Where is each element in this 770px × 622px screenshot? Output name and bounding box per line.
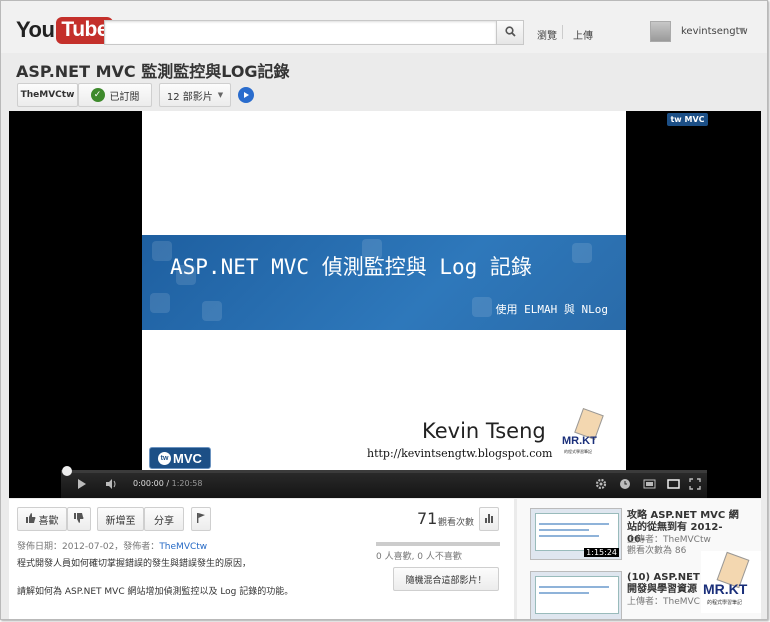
publish-info: 發佈日期：2012-07-02，發佈者：TheMVCtw bbox=[17, 539, 207, 552]
search-input[interactable] bbox=[104, 20, 497, 45]
logo-you-text: You bbox=[16, 17, 55, 42]
related-duration: 1:15:24 bbox=[584, 548, 619, 557]
videos-label: 12 部影片 bbox=[166, 91, 213, 103]
related-thumbnail[interactable]: 1:15:24 bbox=[530, 508, 622, 560]
duration: 1:20:58 bbox=[171, 479, 203, 488]
masthead: You Tube 瀏覽 上傳 kevintsengtw ▼ bbox=[1, 1, 767, 53]
share-label: 分享 bbox=[154, 515, 174, 527]
view-count: 71 bbox=[417, 509, 438, 528]
subscribed-button[interactable]: ✓ 已訂閱 bbox=[78, 83, 152, 107]
related-meta: 上傳者：TheMVCtw 觀看次數為 86 bbox=[627, 535, 711, 557]
nav-browse-link[interactable]: 瀏覽 bbox=[537, 27, 557, 42]
related-uploader: 上傳者：TheMVCtw bbox=[627, 535, 711, 545]
view-count-label: 觀看次數 bbox=[438, 518, 475, 528]
related-uploader: 上傳者：TheMVC bbox=[627, 597, 700, 607]
twmvc-watermark: tw MVC bbox=[667, 113, 708, 126]
add-to-label: 新增至 bbox=[105, 515, 136, 527]
volume-icon[interactable] bbox=[105, 478, 117, 493]
like-dislike-count: 0 人喜歡, 0 人不喜歡 bbox=[376, 552, 462, 562]
twmvc-watermark-tw: tw bbox=[670, 115, 682, 124]
play-icon[interactable] bbox=[77, 478, 87, 493]
like-button[interactable]: 喜歡 bbox=[17, 507, 67, 531]
bar-chart-icon bbox=[484, 513, 494, 526]
chevron-down-icon[interactable]: ▼ bbox=[739, 26, 745, 35]
browser-window: You Tube 瀏覽 上傳 kevintsengtw ▼ ASP.NET MV… bbox=[0, 0, 768, 620]
description-line-2: 請解如何為 ASP.NET MVC 網站增加偵測監控以及 Log 記錄的功能。 bbox=[17, 587, 294, 597]
twmvc-logo-text: MVC bbox=[173, 450, 202, 466]
channel-videos-button[interactable]: 12 部影片 ▼ bbox=[159, 83, 231, 107]
remix-button[interactable]: 隨機混合這部影片！ bbox=[393, 567, 499, 591]
share-button[interactable]: 分享 bbox=[144, 507, 184, 531]
description-line-1: 程式開發人員如何確切掌握錯誤的發生與錯誤發生的原因， bbox=[17, 559, 252, 569]
publish-date: 發佈日期：2012-07-02，發佈者： bbox=[17, 542, 160, 552]
rating-bar bbox=[376, 542, 500, 546]
progress-bar[interactable] bbox=[61, 466, 707, 476]
small-player-icon[interactable] bbox=[643, 478, 656, 492]
progress-knob[interactable] bbox=[62, 466, 72, 476]
mrkt-logo: MR.KT 的程式學習筆記 bbox=[562, 408, 614, 457]
large-player-icon[interactable] bbox=[667, 478, 680, 492]
related-views: 觀看次數為 86 bbox=[627, 546, 687, 556]
twmvc-logo: tw MVC bbox=[149, 447, 211, 469]
twmvc-watermark-text: MVC bbox=[684, 115, 705, 124]
fullscreen-icon[interactable] bbox=[689, 478, 701, 493]
thumbs-up-icon bbox=[25, 512, 36, 526]
check-icon: ✓ bbox=[90, 88, 105, 102]
flag-icon bbox=[197, 512, 205, 526]
like-label: 喜歡 bbox=[38, 515, 59, 527]
video-frame-slide: ASP.NET MVC 偵測監控與 Log 記錄 使用 ELMAH 與 NLog… bbox=[142, 111, 626, 471]
channel-button[interactable]: TheMVCtw bbox=[17, 83, 78, 107]
slide-author: Kevin Tseng bbox=[422, 419, 546, 443]
nav-separator bbox=[562, 25, 563, 39]
time-display: 0:00:00 / 1:20:58 bbox=[133, 479, 203, 488]
page-title: ASP.NET MVC 監測監控與LOG記錄 bbox=[16, 62, 290, 81]
chevron-down-icon: ▼ bbox=[217, 91, 224, 99]
remix-label: 隨機混合這部影片！ bbox=[405, 575, 487, 586]
related-title-line: 攻略 ASP.NET MVC 網 bbox=[627, 510, 739, 521]
stats-button[interactable] bbox=[479, 507, 499, 531]
youtube-logo[interactable]: You Tube bbox=[16, 15, 114, 45]
channel-label: TheMVCtw bbox=[20, 90, 75, 100]
player-controls: 0:00:00 / 1:20:58 bbox=[61, 466, 707, 498]
current-time: 0:00:00 bbox=[133, 479, 164, 488]
related-meta: 上傳者：TheMVC bbox=[627, 597, 700, 608]
search-button[interactable] bbox=[496, 20, 524, 45]
video-player[interactable]: tw MVC ASP.NET MVC 偵測監控與 Log 記錄 使用 ELMAH… bbox=[9, 111, 761, 498]
related-thumbnail[interactable] bbox=[530, 571, 622, 619]
thumbs-down-icon bbox=[74, 512, 84, 526]
clock-icon[interactable] bbox=[619, 478, 631, 493]
subscribed-label: 已訂閱 bbox=[109, 91, 140, 103]
avatar[interactable] bbox=[650, 21, 671, 42]
publisher-link[interactable]: TheMVCtw bbox=[159, 542, 207, 552]
slide-title: ASP.NET MVC 偵測監控與 Log 記錄 bbox=[170, 255, 532, 279]
gear-icon[interactable] bbox=[595, 478, 607, 493]
dislike-button[interactable] bbox=[67, 507, 91, 531]
slide-title-banner: ASP.NET MVC 偵測監控與 Log 記錄 使用 ELMAH 與 NLog bbox=[142, 235, 626, 330]
flag-button[interactable] bbox=[191, 507, 211, 531]
slide-subtitle: 使用 ELMAH 與 NLog bbox=[495, 303, 608, 316]
twmvc-logo-tw: tw bbox=[158, 451, 172, 465]
slide-url: http://kevintsengtw.blogspot.com bbox=[367, 447, 553, 460]
nav-upload-link[interactable]: 上傳 bbox=[573, 27, 593, 42]
add-to-button[interactable]: 新增至 bbox=[97, 507, 144, 531]
search-icon bbox=[504, 25, 516, 40]
username-menu[interactable]: kevintsengtw bbox=[681, 26, 748, 37]
play-all-icon[interactable] bbox=[238, 87, 254, 103]
mrkt-corner-logo: MR.KT 的程式學習筆記 bbox=[701, 551, 761, 613]
